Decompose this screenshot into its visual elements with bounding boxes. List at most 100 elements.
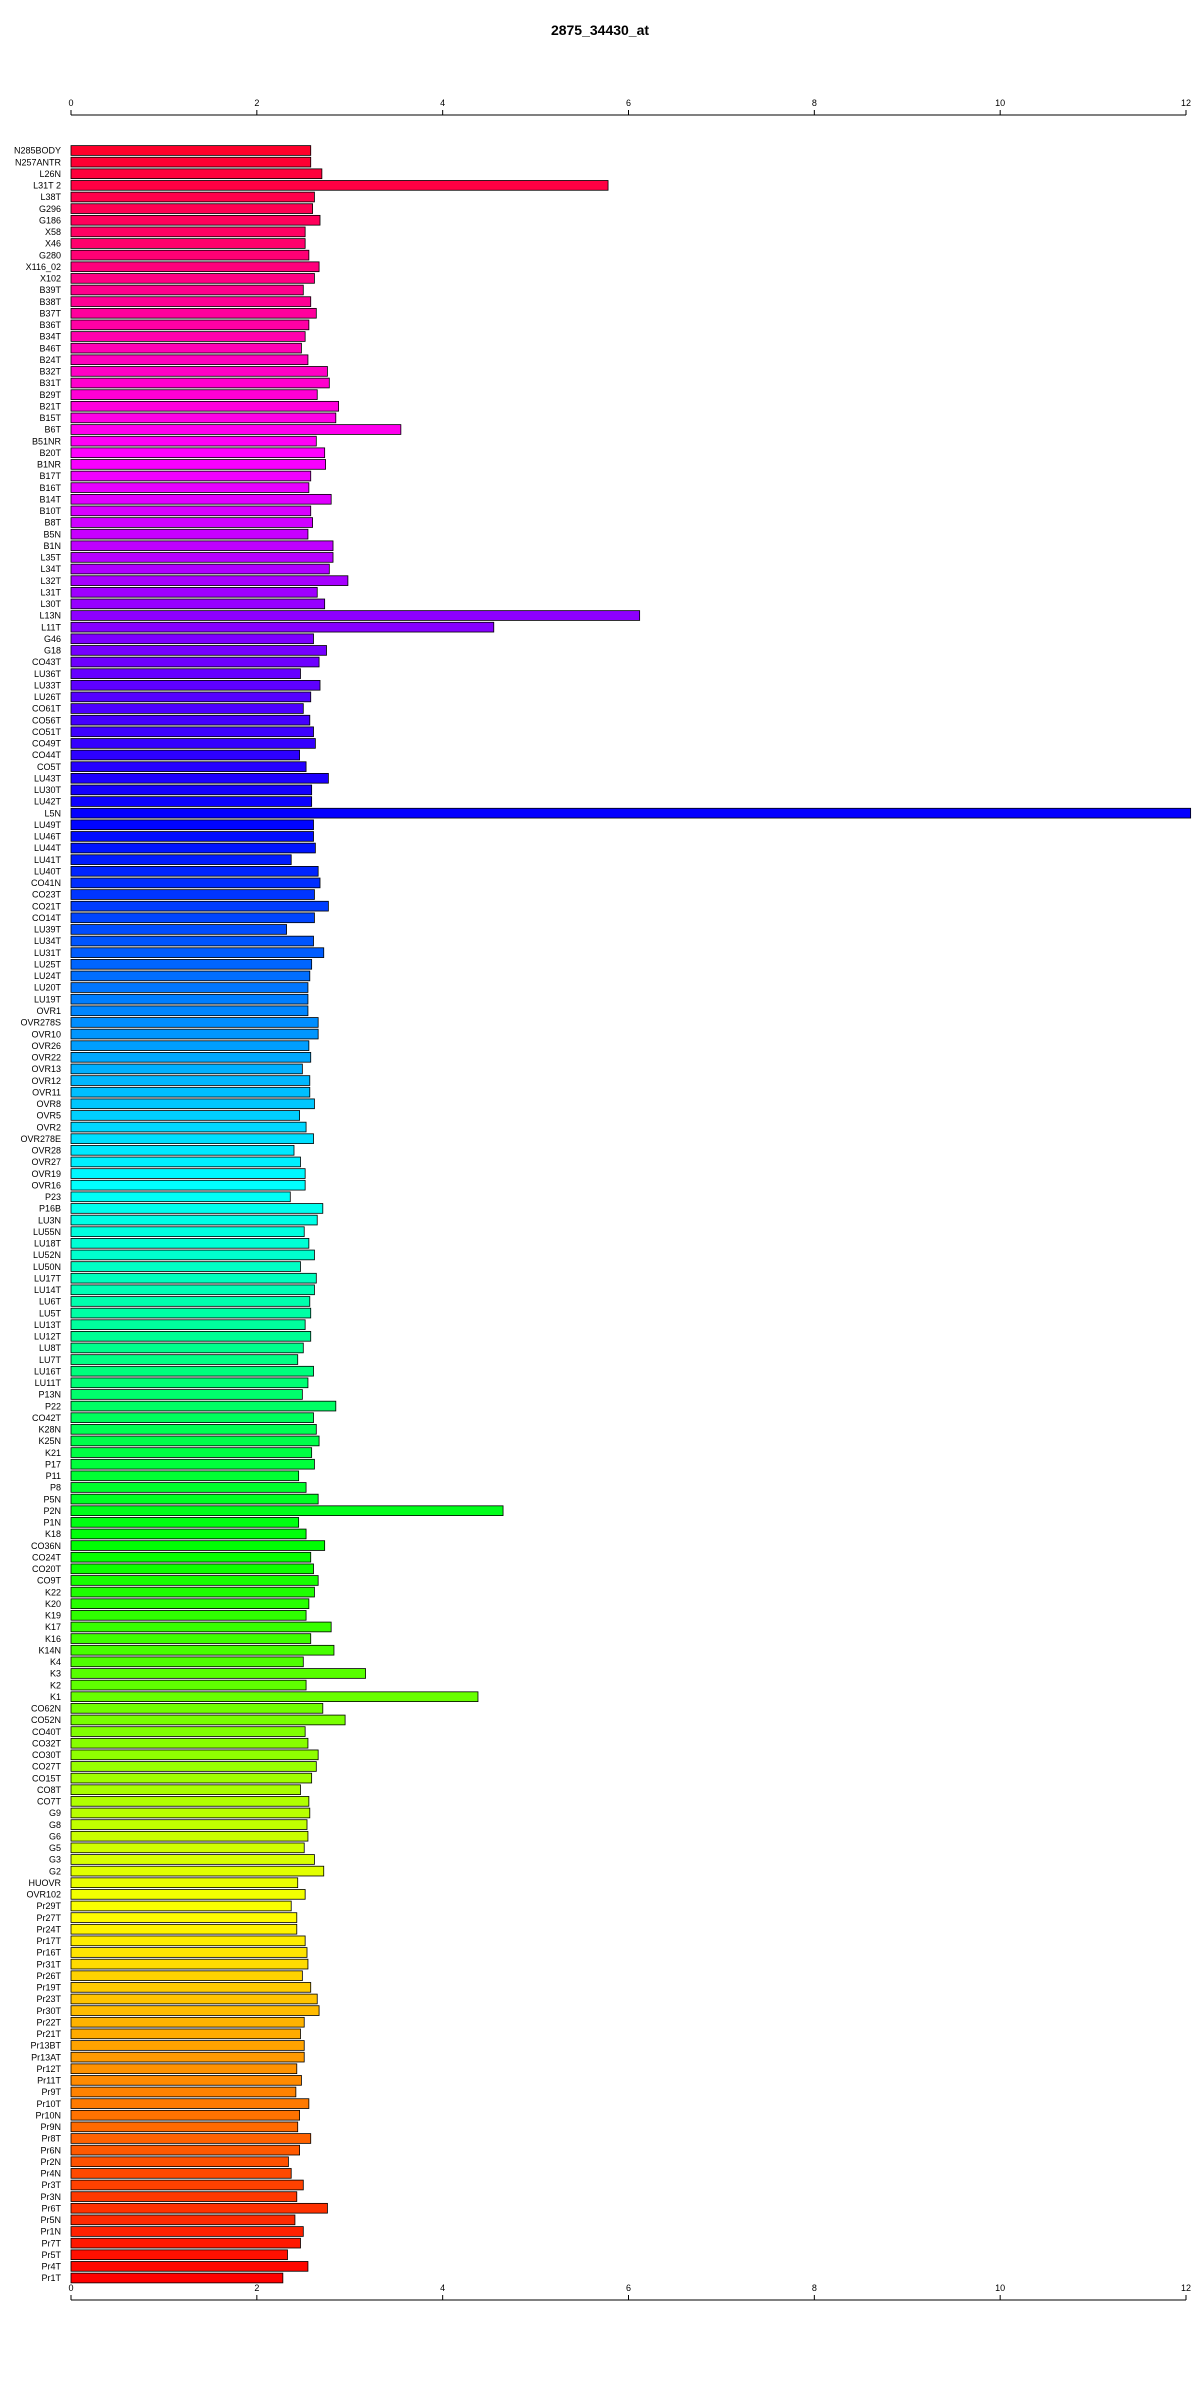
category-label: LU41T: [34, 855, 62, 865]
bar: [70, 1191, 291, 1203]
category-label: LU3N: [38, 1215, 61, 1225]
bar-chart: 0 2 4 6 8 10 12 N285BODYN257ANTRL26NL31T 2L38T…: [14, 98, 1192, 2301]
bar: [70, 645, 327, 656]
category-labels-group: N285BODYN257ANTR L26N L31T 2L38T G296G186 X5…: [14, 146, 62, 2283]
category-label: P8: [50, 1483, 61, 1493]
bar: [70, 2121, 299, 2133]
category-label: Pr10N: [35, 2110, 61, 2120]
category-label: K17: [45, 1622, 61, 1632]
category-label: OVR5: [36, 1111, 61, 1121]
bar: [70, 889, 315, 900]
category-label: P2N: [43, 1506, 61, 1516]
bottom-axis-tick-label: 0: [68, 2283, 73, 2293]
bar: [70, 1610, 307, 1621]
category-label: Pr1T: [41, 2273, 61, 2283]
category-label: OVR28: [31, 1146, 61, 1156]
category-label: L30T: [40, 599, 61, 609]
bar: [70, 2016, 305, 2028]
bar: [70, 1563, 314, 1575]
category-label: LU55N: [33, 1227, 61, 1237]
category-label: K1: [50, 1692, 61, 1702]
category-label: B6T: [44, 425, 61, 435]
bar: [70, 2005, 320, 2016]
bar: [70, 1400, 337, 1412]
category-label: Pr21T: [36, 2029, 61, 2039]
bar: [70, 726, 314, 738]
category-label: L38T: [40, 192, 61, 202]
category-label: G8: [49, 1820, 61, 1830]
category-label: LU30T: [34, 785, 62, 795]
category-label: CO23T: [32, 890, 62, 900]
category-label: CO49T: [32, 739, 62, 749]
category-label: L5N: [44, 808, 61, 818]
bar: [70, 1703, 324, 1714]
bottom-axis-tick-label: 6: [626, 2283, 631, 2293]
bar: [70, 842, 316, 854]
bar: [70, 1679, 307, 1691]
category-label: K18: [45, 1529, 61, 1539]
category-label: Pr10T: [36, 2099, 61, 2109]
category-label: Pr24T: [36, 1924, 61, 1934]
bar: [70, 377, 330, 389]
category-label: B39T: [39, 285, 61, 295]
category-label: Pr13AT: [31, 2052, 61, 2062]
category-label: Pr5T: [41, 2250, 61, 2260]
bar: [70, 1284, 315, 1296]
category-label: OVR8: [36, 1099, 61, 1109]
category-label: G2: [49, 1866, 61, 1876]
category-label: K2: [50, 1680, 61, 1690]
bar: [70, 1819, 308, 1830]
bar: [70, 249, 310, 261]
category-label: HUOVR: [28, 1878, 61, 1888]
category-label: B32T: [39, 367, 61, 377]
category-label: LU26T: [34, 692, 62, 702]
bar: [70, 435, 317, 447]
category-label: LU19T: [34, 994, 62, 1004]
bar: [70, 191, 315, 203]
bottom-axis: 0 2 4 6 8 10 12: [68, 2283, 1191, 2301]
category-label: B8T: [44, 518, 61, 528]
category-label: LU42T: [34, 797, 62, 807]
category-label: LU14T: [34, 1285, 62, 1295]
category-label: CO40T: [32, 1727, 62, 1737]
category-label: Pr13BT: [30, 2041, 61, 2051]
bar: [70, 2249, 288, 2261]
bar: [70, 2156, 289, 2168]
category-label: Pr4T: [41, 2262, 61, 2272]
bar: [70, 924, 287, 935]
category-label: Pr22T: [36, 2017, 61, 2027]
category-label: B5N: [43, 529, 61, 539]
category-label: CO56T: [32, 715, 62, 725]
bar: [70, 1365, 314, 1377]
bar: [70, 1935, 306, 1947]
bar: [70, 366, 328, 377]
top-axis-tick-label: 12: [1181, 98, 1191, 108]
bar: [70, 226, 306, 238]
category-label: L26N: [39, 169, 61, 179]
bar: [70, 389, 318, 400]
bar: [70, 1982, 312, 1993]
bar: [70, 1389, 303, 1400]
bar: [70, 156, 312, 168]
bar: [70, 1086, 311, 1098]
bar: [70, 1017, 319, 1028]
category-label: K16: [45, 1634, 61, 1644]
category-label: LU7T: [39, 1355, 62, 1365]
bar: [70, 679, 321, 691]
bar: [70, 1505, 504, 1516]
bar: [70, 633, 314, 645]
category-label: Pr6N: [40, 2145, 61, 2155]
bar: [70, 2086, 297, 2098]
category-label: B14T: [39, 494, 61, 504]
category-label: LU24T: [34, 971, 62, 981]
category-label: B24T: [39, 355, 61, 365]
category-label: OVR10: [31, 1029, 61, 1039]
bar: [70, 2214, 296, 2226]
category-label: OVR27: [31, 1157, 61, 1167]
bar: [70, 2051, 305, 2063]
category-label: G3: [49, 1855, 61, 1865]
category-label: LU44T: [34, 843, 62, 853]
bar: [70, 1970, 303, 1982]
category-label: CO7T: [37, 1797, 62, 1807]
category-label: CO8T: [37, 1785, 62, 1795]
